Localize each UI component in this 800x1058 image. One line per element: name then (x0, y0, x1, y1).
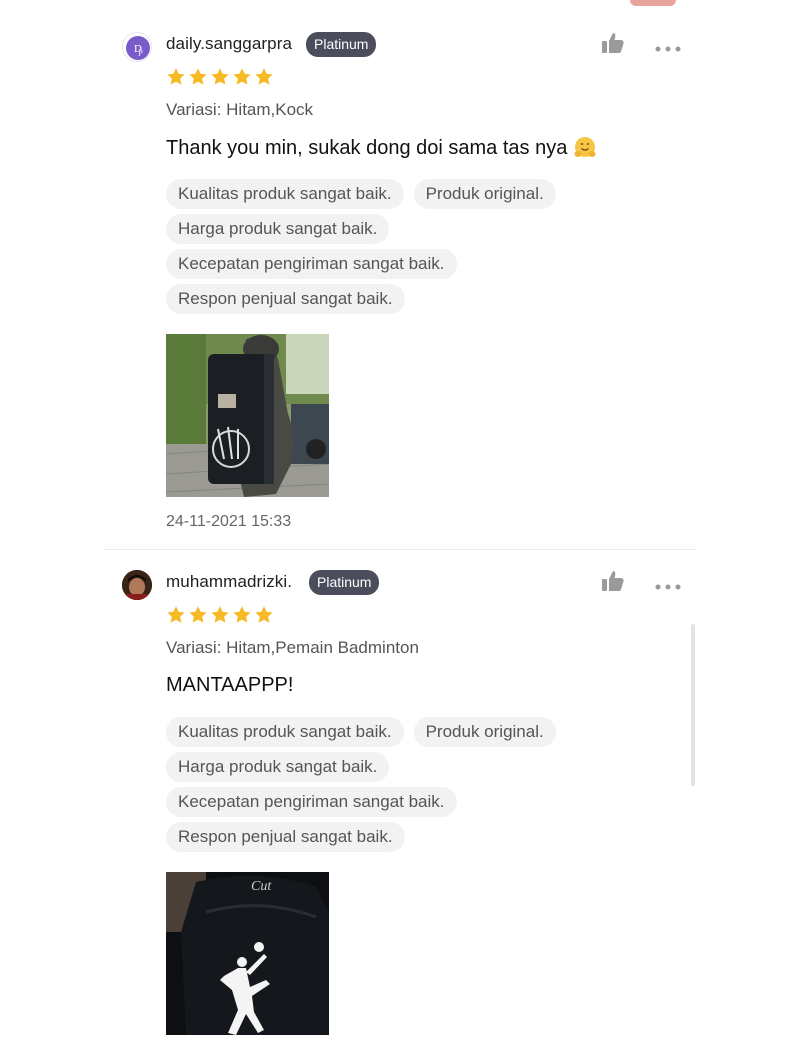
product-variation: Variasi: Hitam,Pemain Badminton (166, 638, 419, 657)
avatar[interactable]: D P (122, 32, 152, 62)
review-tag: Harga produk sangat baik. (166, 214, 390, 244)
star-icon (167, 606, 185, 623)
review-date: 24-11-2021 15:33 (166, 513, 292, 530)
rating-stars (166, 605, 274, 625)
username: muhammadrizki. (166, 572, 293, 591)
review-tag: Kualitas produk sangat baik. (166, 179, 404, 209)
more-options-icon[interactable] (655, 577, 681, 590)
star-icon (255, 68, 273, 85)
avatar[interactable] (122, 570, 152, 600)
comment-text: MANTAAPPP! (166, 674, 294, 696)
review-tag: Produk original. (413, 179, 556, 209)
comment-text: Thank you min, sukak dong doi sama tas n… (166, 136, 568, 159)
star-icon (167, 68, 185, 85)
rating-stars (166, 67, 274, 87)
username: daily.sanggarpra (166, 34, 293, 53)
review-tag: Kecepatan pengiriman sangat baik. (166, 787, 457, 817)
more-options-icon[interactable] (655, 39, 681, 52)
review-tag: Kecepatan pengiriman sangat baik. (166, 249, 457, 279)
scrollbar[interactable] (691, 624, 695, 786)
review-photo[interactable]: Cut (166, 872, 329, 1035)
hugging-face-icon (574, 137, 596, 157)
svg-text:Cut: Cut (251, 879, 272, 894)
star-icon (233, 68, 251, 85)
membership-badge: Platinum (306, 32, 377, 57)
star-icon (255, 606, 273, 623)
product-variation: Variasi: Hitam,Kock (166, 100, 314, 119)
review-tag: Respon penjual sangat baik. (166, 284, 405, 314)
thumbs-up-icon[interactable] (601, 570, 625, 592)
star-icon (233, 606, 251, 623)
thumbs-up-icon[interactable] (601, 32, 625, 54)
review-tag: Kualitas produk sangat baik. (166, 717, 404, 747)
star-icon (211, 606, 229, 623)
review-comment: MANTAAPPP! (166, 674, 293, 697)
review-tags: Kualitas produk sangat baik. Produk orig… (166, 717, 586, 857)
partial-header-chip (630, 0, 676, 6)
review-comment: Thank you min, sukak dong doi sama tas n… (166, 136, 597, 160)
review-tag: Harga produk sangat baik. (166, 752, 390, 782)
membership-badge: Platinum (309, 570, 380, 595)
star-icon (189, 606, 207, 623)
review-tag: Respon penjual sangat baik. (166, 822, 405, 852)
svg-text:P: P (138, 48, 143, 58)
review-photo[interactable] (166, 334, 329, 497)
review-divider (104, 549, 696, 550)
review-tag: Produk original. (413, 717, 556, 747)
review-tags: Kualitas produk sangat baik. Produk orig… (166, 179, 586, 319)
star-icon (189, 68, 207, 85)
star-icon (211, 68, 229, 85)
